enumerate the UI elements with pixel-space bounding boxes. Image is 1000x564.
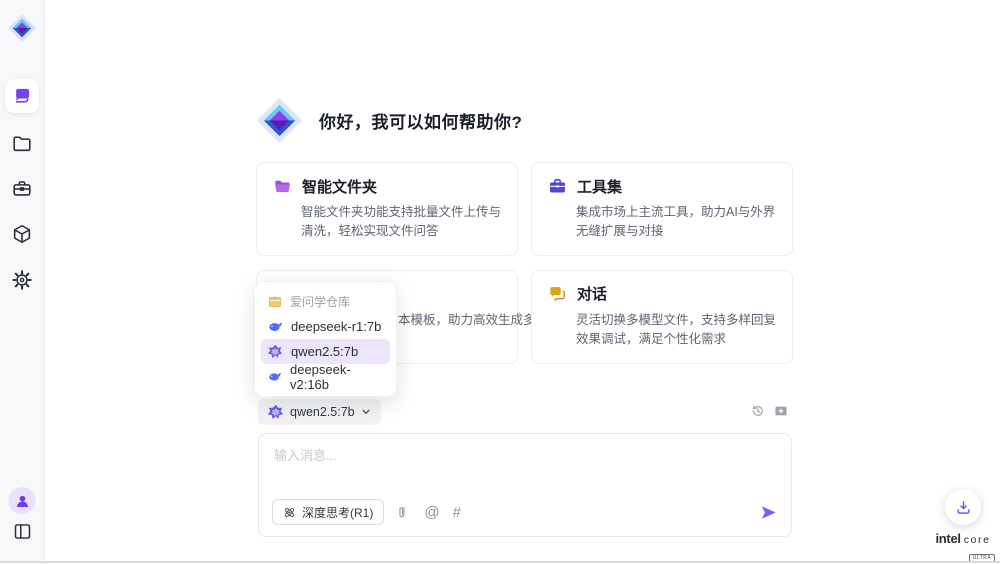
deep-think-toggle[interactable]: 深度思考(R1) [272,499,384,525]
send-button[interactable] [759,503,778,522]
cube-icon [11,223,33,245]
sidebar-item-settings[interactable] [7,265,37,295]
panel-toggle-icon [12,521,33,542]
model-option-label: deepseek-v2:16b [290,362,383,392]
card-dialog[interactable]: 对话 灵活切换多模型文件，支持多样回复效果调试，满足个性化需求 [531,270,793,364]
card-description: 灵活切换多模型文件，支持多样回复效果调试，满足个性化需求 [576,311,776,350]
sidebar-item-toolbox[interactable] [7,174,37,204]
composer-toolbar: 深度思考(R1) @ # [272,499,778,525]
chat-actions [751,404,788,418]
dialog-icon [548,284,567,303]
intel-core-badge: intel core ULTRA [926,531,1000,564]
card-description: 集成市场上主流工具，助力AI与外界无缝扩展与对接 [576,203,776,242]
sidebar-item-folders[interactable] [7,129,37,159]
qwen-icon [268,344,283,359]
gear-icon [11,269,33,291]
model-option-qwen[interactable]: qwen2.5:7b [261,339,390,364]
model-option-label: deepseek-r1:7b [291,319,381,334]
message-input[interactable] [272,443,756,491]
app-logo-diamond [256,97,303,144]
model-option-deepseek-r1[interactable]: deepseek-r1:7b [261,314,390,339]
card-title: 智能文件夹 [302,176,377,197]
model-dropdown-header-label: 爱问学仓库 [290,293,350,310]
deep-think-label: 深度思考(R1) [302,504,373,521]
sidebar-item-collapse[interactable] [7,516,37,546]
model-dropdown-header: 爱问学仓库 [261,289,390,314]
folder-icon [11,133,33,155]
card-title: 对话 [577,283,607,304]
topic-button[interactable]: # [453,505,461,520]
chat-bubble-icon [12,86,32,106]
history-button[interactable] [751,404,765,418]
new-chat-button[interactable] [774,404,788,418]
history-icon [751,404,765,418]
card-description: 智能文件夹功能支持批量文件上传与清洗，轻松实现文件问答 [301,203,501,242]
sidebar [0,0,45,563]
new-chat-icon [774,404,788,418]
model-option-deepseek-v2[interactable]: deepseek-v2:16b [261,364,390,389]
atom-icon [283,506,296,519]
page-title: 你好，我可以如何帮助你? [319,108,522,133]
model-dropdown: 爱问学仓库 deepseek-r1:7b qwen2.5:7b deepseek… [254,281,397,397]
paperclip-icon [397,505,411,520]
toolset-icon [548,177,567,196]
intel-core-text: core [964,534,991,546]
greeting: 你好，我可以如何帮助你? [256,97,522,144]
intel-logo-text: intel [935,531,960,546]
model-selector-button[interactable]: qwen2.5:7b [258,399,381,425]
message-composer: 深度思考(R1) @ # [258,433,792,537]
app-logo-diamond [6,12,38,44]
deepseek-icon [268,319,283,334]
user-avatar-icon [14,493,30,509]
sidebar-item-chat[interactable] [5,79,39,113]
card-toolset[interactable]: 工具集 集成市场上主流工具，助力AI与外界无缝扩展与对接 [531,162,793,256]
chevron-down-icon [361,407,371,417]
send-icon [759,503,778,522]
qwen-icon [268,404,284,420]
deepseek-icon [268,369,282,384]
mention-button[interactable]: @ [424,505,439,520]
briefcase-icon [11,178,33,200]
download-button[interactable] [945,489,981,525]
sidebar-item-profile[interactable] [9,487,36,514]
model-option-label: qwen2.5:7b [291,344,358,359]
smart-folder-icon [273,177,292,196]
attach-button[interactable] [397,505,411,520]
sidebar-item-models[interactable] [7,219,37,249]
card-smart-folder[interactable]: 智能文件夹 智能文件夹功能支持批量文件上传与清洗，轻松实现文件问答 [256,162,518,256]
card-title: 工具集 [577,176,622,197]
repo-icon [268,295,282,309]
download-icon [955,499,972,516]
model-selector-label: qwen2.5:7b [290,405,355,419]
